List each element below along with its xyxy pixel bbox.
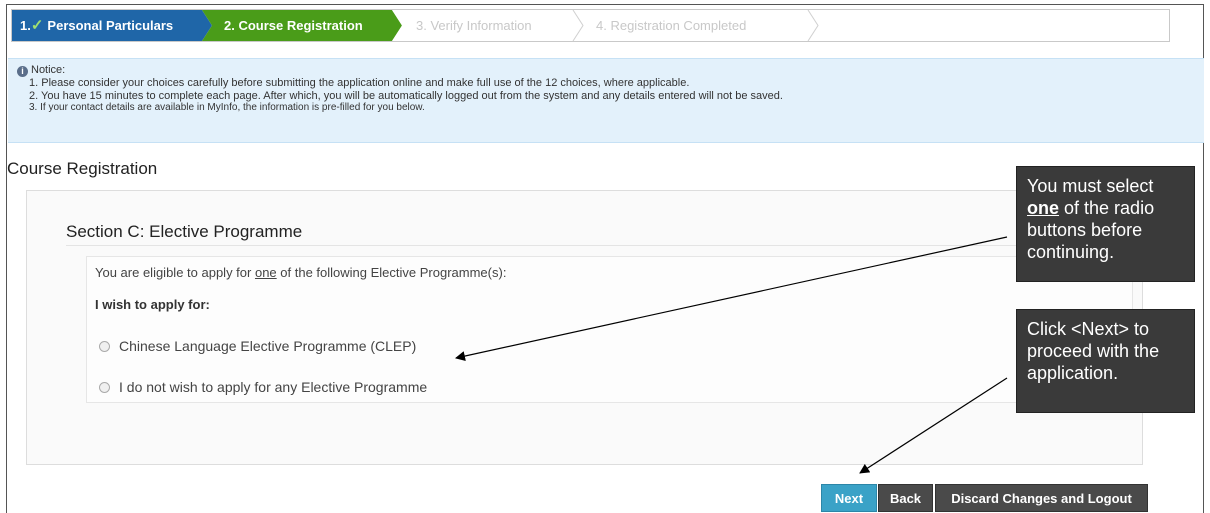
section-title: Section C: Elective Programme [66, 222, 1126, 246]
option-label[interactable]: I do not wish to apply for any Elective … [119, 379, 427, 395]
step-number: 1. [20, 18, 31, 33]
wish-label: I wish to apply for: [95, 297, 210, 312]
elective-options-box: You are eligible to apply for one of the… [86, 256, 1133, 403]
option-label[interactable]: Chinese Language Elective Programme (CLE… [119, 338, 416, 354]
step-course-registration: 2. Course Registration [202, 10, 402, 41]
callout-select-option: You must select one of the radio buttons… [1016, 166, 1195, 282]
discard-logout-button[interactable]: Discard Changes and Logout [935, 484, 1148, 512]
notice-item: 3. If your contact details are available… [29, 102, 425, 113]
step-personal-particulars[interactable]: 1.✓ Personal Particulars [12, 10, 212, 41]
notice-box: i Notice: 1. Please consider your choices… [8, 58, 1204, 143]
checkmark-icon: ✓ [30, 17, 44, 34]
notice-item: 2. You have 15 minutes to complete each … [29, 89, 783, 102]
step-label: 2. Course Registration [224, 18, 363, 33]
callout-click-next: Click <Next> to proceed with the applica… [1016, 309, 1195, 413]
step-verify-information: 3. Verify Information [392, 10, 582, 41]
step-registration-completed: 4. Registration Completed [572, 10, 817, 41]
step-separator [807, 10, 819, 41]
notice-item: 1. Please consider your choices carefull… [29, 77, 690, 89]
option-clep[interactable]: Chinese Language Elective Programme (CLE… [99, 338, 416, 354]
info-icon: i [17, 66, 28, 77]
next-button[interactable]: Next [821, 484, 877, 512]
step-label: 4. Registration Completed [596, 18, 747, 33]
step-label: Personal Particulars [47, 18, 174, 33]
eligibility-text: You are eligible to apply for one of the… [95, 265, 507, 280]
radio-button[interactable] [99, 382, 110, 393]
option-no-elective[interactable]: I do not wish to apply for any Elective … [99, 379, 427, 395]
step-separator [572, 10, 584, 41]
radio-button[interactable] [99, 341, 110, 352]
registration-panel: Section C: Elective Programme You are el… [26, 190, 1143, 465]
page-title: Course Registration [7, 159, 158, 178]
progress-steps: 1.✓ Personal Particulars 2. Course Regist… [11, 9, 1170, 42]
step-label: 3. Verify Information [416, 18, 532, 33]
notice-heading: Notice: [31, 64, 66, 76]
back-button[interactable]: Back [878, 484, 933, 512]
